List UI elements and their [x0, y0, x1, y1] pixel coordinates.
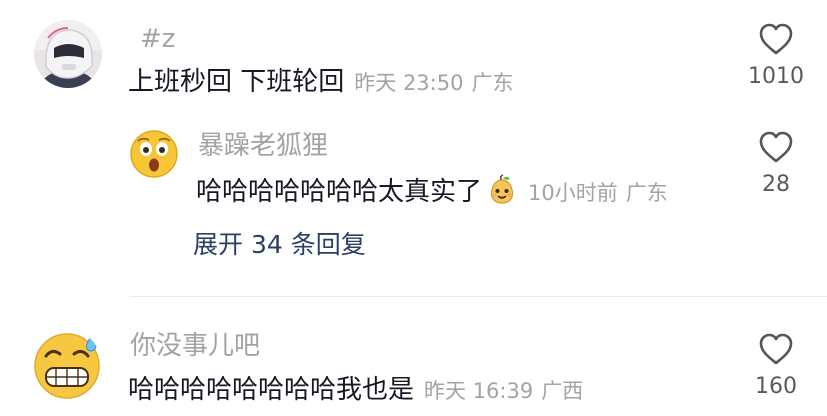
comment-time: 昨天 16:39	[424, 379, 534, 403]
like-count: 1010	[748, 64, 804, 89]
comment-body: 上班秒回 下班轮回 昨天 23:50 广东	[128, 66, 513, 101]
like-count: 160	[755, 374, 797, 399]
avatar[interactable]	[34, 20, 102, 88]
avatar[interactable]	[32, 330, 102, 400]
comment-divider	[130, 296, 827, 297]
heart-outline-icon	[759, 333, 793, 365]
comment-text: 哈哈哈哈哈哈哈哈我也是	[128, 375, 415, 405]
reply-time: 10小时前	[528, 181, 618, 205]
like-button[interactable]: 28	[731, 130, 821, 198]
heart-outline-icon	[759, 23, 793, 55]
like-button[interactable]: 160	[731, 332, 821, 400]
shocked-face-avatar	[130, 130, 178, 178]
reply-location: 广东	[625, 181, 668, 205]
like-count: 28	[762, 172, 790, 197]
like-button[interactable]: 1010	[731, 22, 821, 90]
comment-username[interactable]: #z	[140, 24, 175, 54]
comment-meta: 昨天 16:39 广西	[424, 379, 583, 403]
heart-outline-icon	[759, 131, 793, 163]
avatar-helmet-image	[34, 20, 102, 88]
pear-face-emoji	[490, 174, 514, 204]
comment-time: 昨天 23:50	[354, 71, 464, 95]
reply-meta: 10小时前 广东	[528, 181, 668, 205]
reply-text: 哈哈哈哈哈哈哈太真实了	[196, 177, 483, 207]
reply-body: 哈哈哈哈哈哈哈太真实了 10小时前 广东	[196, 174, 668, 211]
avatar[interactable]	[130, 130, 178, 178]
comment-username[interactable]: 你没事儿吧	[130, 331, 260, 361]
comment-text: 上班秒回 下班轮回	[128, 67, 345, 97]
grimace-sweat-face-avatar	[34, 333, 100, 399]
comment-body: 哈哈哈哈哈哈哈哈我也是 昨天 16:39 广西	[128, 374, 583, 409]
comment-list: #z 上班秒回 下班轮回 昨天 23:50 广东 1010 暴躁老狐狸 哈哈哈哈…	[0, 0, 827, 416]
comment-meta: 昨天 23:50 广东	[354, 71, 513, 95]
comment-location: 广东	[471, 71, 514, 95]
expand-replies-link[interactable]: 展开 34 条回复	[193, 230, 366, 260]
comment-location: 广西	[541, 379, 584, 403]
reply-username[interactable]: 暴躁老狐狸	[198, 131, 328, 161]
